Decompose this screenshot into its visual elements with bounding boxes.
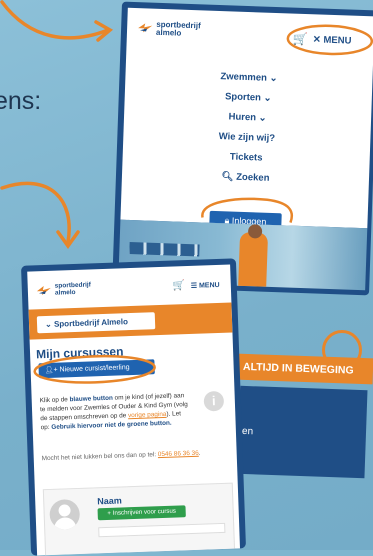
contact-end: .	[198, 449, 201, 457]
site-logo[interactable]: sportbedrijf almelo	[137, 20, 201, 38]
nav-label: Tickets	[229, 151, 263, 164]
phone-screenshot-courses: sportbedrijf almelo 🛒 ☰ MENU ⌄ Sportbedr…	[21, 258, 246, 556]
menu-screen: sportbedrijf almelo 🛒 ✕ MENU Zwemmen ⌄ S…	[120, 7, 373, 229]
info-text-part: Klik op de	[39, 396, 70, 405]
chevron-down-icon: ⌄	[44, 319, 52, 330]
chevron-down-icon: ⌄	[263, 92, 272, 104]
dropdown-label: Sportbedrijf Almelo	[53, 317, 129, 329]
menu-label: MENU	[198, 281, 220, 290]
info-icon: i	[203, 390, 225, 412]
main-nav: Zwemmen ⌄ Sporten ⌄ Huren ⌄ Wie zijn wij…	[122, 64, 373, 193]
highlight-circle-login	[201, 197, 294, 224]
plus-icon: +	[107, 509, 112, 517]
contact-label: Mocht het niet lukken bel ons dan op tel…	[41, 451, 158, 463]
info-text-bold: blauwe button	[69, 394, 113, 404]
nav-label: Huren	[228, 111, 257, 124]
hamburger-icon: ☰	[190, 282, 198, 290]
search-icon: 🔍︎	[221, 171, 234, 183]
arrow-middle	[0, 181, 80, 250]
nav-label: Sporten	[224, 91, 262, 104]
contact-text: Mocht het niet lukken bel ons dan op tel…	[42, 449, 232, 463]
info-text: Klik op de blauwe button om je kind (of …	[40, 391, 191, 432]
phone-screenshot-menu: sportbedrijf almelo 🛒 ✕ MENU Zwemmen ⌄ S…	[112, 1, 373, 296]
dark-panel: en	[237, 385, 368, 479]
highlight-circle-menu	[286, 24, 373, 56]
logo-text-line2: almelo	[155, 27, 182, 38]
menu-button[interactable]: ☰ MENU	[191, 281, 220, 290]
cart-icon[interactable]: 🛒	[173, 280, 186, 291]
panel-text-fragment: en	[241, 425, 254, 438]
courses-screen: sportbedrijf almelo 🛒 ☰ MENU ⌄ Sportbedr…	[27, 264, 240, 556]
site-logo[interactable]: sportbedrijf almelo	[36, 281, 92, 297]
hero-slogan: ALTIJD IN BEWEGING	[236, 353, 373, 385]
highlight-circle-new-student	[33, 354, 156, 384]
nav-label: Zwemmen	[220, 71, 268, 84]
nav-label: Zoeken	[236, 171, 270, 184]
logo-mark-icon	[36, 283, 52, 296]
chevron-down-icon: ⌄	[258, 112, 267, 124]
arrow-top	[0, 0, 114, 42]
enroll-label: Inschrijven voor cursus	[112, 507, 177, 517]
info-text-bold: Gebruik hiervoor niet de groene button.	[51, 419, 172, 431]
instructor-figure	[238, 231, 269, 287]
phone-link[interactable]: 0546 86 36 36	[158, 450, 199, 458]
background-text: ens:	[0, 87, 42, 115]
nav-label: Wie zijn wij?	[218, 131, 276, 145]
logo-text-line2: almelo	[54, 288, 76, 297]
chevron-down-icon: ⌄	[269, 72, 278, 85]
avatar	[49, 498, 81, 530]
student-name: Naam	[97, 495, 122, 507]
logo-mark-icon	[137, 20, 153, 33]
window-strip	[129, 242, 200, 257]
previous-page-link[interactable]: vorige pagina	[128, 411, 167, 419]
